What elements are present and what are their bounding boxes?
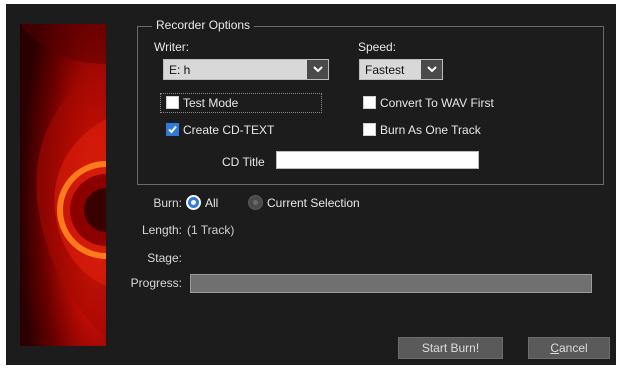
chevron-down-icon <box>307 60 328 79</box>
test-mode-label: Test Mode <box>183 96 239 110</box>
convert-wav-checkbox[interactable] <box>363 96 376 109</box>
writer-dropdown[interactable]: E: h <box>163 59 329 80</box>
chevron-down-icon <box>421 60 442 79</box>
cancel-label: ancel <box>558 341 588 355</box>
cd-artwork-image <box>20 24 106 346</box>
burn-one-track-checkbox[interactable] <box>363 123 376 136</box>
convert-wav-label: Convert To WAV First <box>380 96 494 110</box>
burn-one-track-label: Burn As One Track <box>380 123 481 137</box>
burn-label: Burn: <box>153 196 182 210</box>
progress-label: Progress: <box>130 276 182 290</box>
test-mode-checkbox[interactable] <box>166 96 179 109</box>
cancel-mnemonic: C <box>550 341 559 355</box>
burn-dialog: Recorder Options Writer: E: h Speed: Fas… <box>6 4 616 365</box>
cd-title-label: CD Title <box>222 155 265 169</box>
burn-current-selection-radio[interactable] <box>248 195 263 210</box>
length-label: Length: <box>141 223 182 237</box>
speed-dropdown[interactable]: Fastest <box>359 59 443 80</box>
start-burn-button[interactable]: Start Burn! <box>398 337 503 359</box>
checkmark-icon <box>168 125 177 134</box>
cancel-button[interactable]: Cancel <box>528 337 610 359</box>
burn-current-selection-label: Current Selection <box>267 196 360 210</box>
burn-all-radio[interactable] <box>186 195 201 210</box>
writer-value: E: h <box>169 63 191 77</box>
create-cd-text-label: Create CD-TEXT <box>183 123 275 137</box>
burn-all-label: All <box>205 196 219 210</box>
length-value: (1 Track) <box>187 223 235 237</box>
cd-title-input[interactable] <box>276 151 479 169</box>
speed-value: Fastest <box>365 63 405 77</box>
recorder-options-group: Recorder Options Writer: E: h Speed: Fas… <box>137 18 604 185</box>
stage-label: Stage: <box>147 251 182 265</box>
create-cd-text-checkbox[interactable] <box>166 123 179 136</box>
recorder-options-title: Recorder Options <box>152 18 255 32</box>
speed-label: Speed: <box>358 40 397 54</box>
writer-label: Writer: <box>154 40 190 54</box>
start-burn-label: Start Burn! <box>421 341 480 355</box>
progress-bar <box>190 274 592 293</box>
